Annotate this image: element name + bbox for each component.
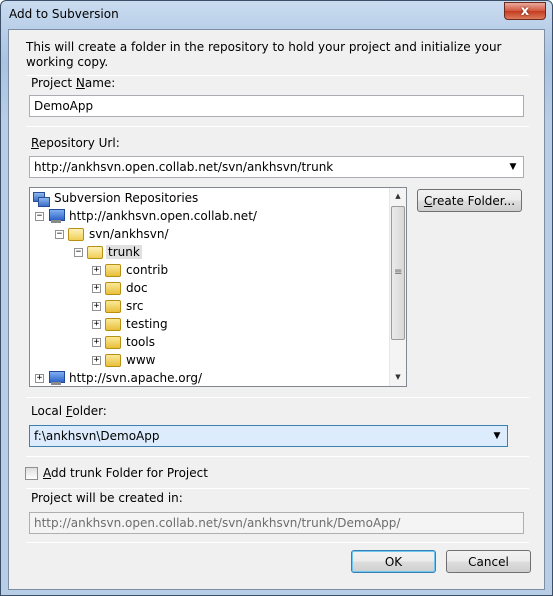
tree-item-server2[interactable]: + http://svn.apache.org/ — [35, 369, 204, 386]
folder-open-icon — [87, 245, 103, 259]
window-title: Add to Subversion — [9, 7, 119, 21]
tree-item-server1[interactable]: − http://ankhsvn.open.collab.net/ — [35, 207, 259, 225]
server-icon — [48, 209, 65, 223]
expand-icon[interactable]: + — [92, 319, 101, 329]
tree-item-label: tools — [126, 335, 155, 349]
folder-icon — [105, 281, 121, 295]
repository-url-combobox[interactable]: http://ankhsvn.open.collab.net/svn/ankhs… — [29, 156, 524, 178]
tree-item-child[interactable]: + src — [92, 297, 146, 315]
local-folder-label: Local Folder: — [31, 404, 107, 418]
close-button[interactable]: x — [504, 2, 546, 20]
tree-item-label: http://ankhsvn.open.collab.net/ — [69, 209, 257, 223]
repository-url-value: http://ankhsvn.open.collab.net/svn/ankhs… — [34, 160, 334, 174]
separator — [26, 456, 529, 457]
title-bar[interactable]: Add to Subversion x — [1, 1, 552, 29]
cancel-button[interactable]: Cancel — [446, 550, 531, 573]
expand-icon[interactable]: + — [92, 301, 101, 311]
intro-text: This will create a folder in the reposit… — [26, 40, 502, 69]
expand-icon[interactable]: + — [92, 283, 101, 293]
tree-item-label: svn/ankhsvn/ — [89, 227, 169, 241]
folder-icon — [105, 317, 121, 331]
created-in-label: Project will be created in: — [31, 491, 183, 505]
dialog-window: Add to Subversion x This will create a f… — [0, 0, 553, 596]
scroll-up-icon[interactable]: ▲ — [390, 188, 406, 205]
repository-url-label: Repository Url: — [31, 136, 120, 150]
tree-item-label: http://svn.apache.org/ — [69, 371, 202, 385]
tree-item-child[interactable]: + doc — [92, 279, 150, 297]
separator — [26, 126, 529, 127]
collapse-icon[interactable]: − — [35, 211, 44, 221]
expand-icon[interactable]: + — [35, 373, 44, 383]
folder-icon — [105, 353, 121, 367]
collapse-icon[interactable]: − — [74, 247, 83, 257]
folder-icon — [105, 335, 121, 349]
add-trunk-label[interactable]: Add trunk Folder for Project — [43, 466, 208, 480]
repo-folder-icon — [68, 227, 84, 241]
tree-item-child[interactable]: + www — [92, 351, 157, 369]
project-name-label: Project Name: — [31, 76, 116, 90]
expand-icon[interactable]: + — [92, 337, 101, 347]
tree-item-label: testing — [126, 317, 168, 331]
scrollbar-thumb[interactable] — [391, 206, 405, 340]
expand-icon[interactable]: + — [92, 265, 101, 275]
local-folder-value: f:\ankhsvn\DemoApp — [34, 429, 160, 443]
tree-item-label: www — [126, 353, 156, 367]
create-folder-button[interactable]: Create Folder... — [417, 189, 522, 212]
add-trunk-checkbox[interactable] — [25, 467, 38, 480]
repositories-icon — [33, 190, 50, 207]
tree-item-label: trunk — [106, 245, 142, 259]
tree-item-label: doc — [126, 281, 148, 295]
repository-tree[interactable]: Subversion Repositories − http://ankhsvn… — [29, 187, 407, 387]
tree-item-child[interactable]: + contrib — [92, 261, 170, 279]
separator — [26, 397, 529, 398]
ok-button[interactable]: OK — [351, 550, 436, 573]
tree-item-label: src — [126, 299, 144, 313]
tree-item-label: Subversion Repositories — [54, 191, 199, 205]
server-icon — [48, 371, 65, 385]
tree-item-label: contrib — [126, 263, 169, 277]
close-icon: x — [520, 3, 530, 19]
folder-icon — [105, 299, 121, 313]
tree-item-child[interactable]: + testing — [92, 315, 170, 333]
collapse-icon[interactable]: − — [55, 229, 64, 239]
tree-item-root[interactable]: Subversion Repositories — [33, 189, 200, 207]
tree-item-child[interactable]: + tools — [92, 333, 157, 351]
local-folder-combobox[interactable]: f:\ankhsvn\DemoApp ▼ — [29, 425, 508, 447]
dialog-body: This will create a folder in the reposit… — [8, 29, 545, 590]
project-name-input[interactable]: DemoApp — [29, 95, 524, 117]
tree-scrollbar[interactable]: ▲ ▼ — [389, 188, 406, 386]
chevron-down-icon[interactable]: ▼ — [490, 427, 504, 445]
chevron-down-icon[interactable]: ▼ — [506, 158, 520, 176]
tree-item-repo-path[interactable]: − svn/ankhsvn/ — [55, 225, 171, 243]
scroll-down-icon[interactable]: ▼ — [390, 369, 406, 386]
expand-icon[interactable]: + — [92, 355, 101, 365]
tree-item-trunk[interactable]: − trunk — [74, 243, 142, 261]
created-in-field: http://ankhsvn.open.collab.net/svn/ankhs… — [29, 512, 524, 534]
separator — [26, 488, 529, 489]
folder-icon — [105, 263, 121, 277]
separator — [26, 542, 529, 543]
